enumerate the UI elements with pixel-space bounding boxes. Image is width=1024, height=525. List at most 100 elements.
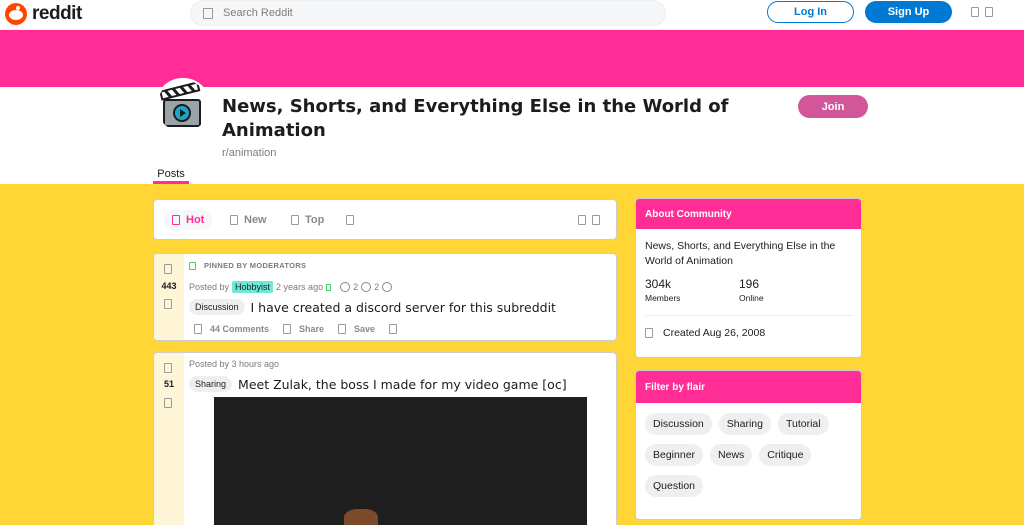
- flair-chip-discussion[interactable]: Discussion: [645, 413, 712, 435]
- header-icons: [971, 7, 993, 17]
- award-icon: [382, 282, 393, 292]
- join-button[interactable]: Join: [798, 95, 868, 118]
- reddit-logo[interactable]: reddit: [5, 3, 82, 25]
- post-meta: Posted by Hobbyist 2 years ago 2 2: [189, 281, 393, 293]
- more-options-button[interactable]: [389, 324, 398, 334]
- post-time: 2 years ago: [276, 282, 324, 292]
- flair-chip-sharing[interactable]: Sharing: [718, 413, 771, 435]
- sort-bar: Hot New Top: [153, 199, 617, 240]
- post-actions: 44 Comments Share Save: [194, 324, 398, 334]
- sort-new-button[interactable]: New: [230, 210, 267, 230]
- post-title-row[interactable]: Sharing Meet Zulak, the boss I made for …: [189, 376, 567, 392]
- posted-by-label: Posted by 3 hours ago: [189, 359, 280, 369]
- vote-column: 443: [154, 254, 184, 340]
- author-flair[interactable]: Hobbyist: [232, 281, 274, 293]
- award-icon: [361, 282, 372, 292]
- post-title[interactable]: I have created a discord server for this…: [251, 300, 556, 315]
- downvote-icon[interactable]: [164, 299, 172, 309]
- chevron-down-icon[interactable]: [592, 215, 600, 225]
- video-character: [344, 509, 378, 525]
- vote-score: 51: [163, 379, 174, 389]
- divider: [645, 315, 853, 316]
- tab-posts[interactable]: Posts: [153, 168, 189, 184]
- members-label: Members: [645, 293, 681, 303]
- upvote-icon[interactable]: [164, 363, 172, 373]
- mod-shield-icon: [326, 283, 332, 291]
- pinned-text: PINNED BY MODERATORS: [204, 261, 307, 270]
- filter-by-flair-card: Filter by flair Discussion Sharing Tutor…: [635, 370, 862, 520]
- more-options-button[interactable]: [346, 210, 354, 230]
- save-button[interactable]: Save: [338, 324, 375, 334]
- post-title-row[interactable]: Discussion I have created a discord serv…: [189, 299, 556, 315]
- pin-icon: [189, 261, 196, 270]
- subreddit-banner: [0, 30, 1024, 87]
- hot-icon: [172, 215, 180, 225]
- subreddit-avatar: [155, 78, 211, 134]
- flair-chip-beginner[interactable]: Beginner: [645, 444, 704, 466]
- flair-chip-question[interactable]: Question: [645, 475, 704, 497]
- save-label: Save: [354, 324, 376, 334]
- about-community-card: About Community News, Shorts, and Everyt…: [635, 198, 862, 358]
- downvote-icon[interactable]: [164, 398, 172, 408]
- share-label: Share: [299, 324, 325, 334]
- sort-hot-label: Hot: [186, 214, 205, 226]
- sort-hot-button[interactable]: Hot: [164, 210, 213, 230]
- post-flair[interactable]: Sharing: [189, 376, 233, 392]
- clapperboard-icon: [157, 80, 209, 132]
- post-flair[interactable]: Discussion: [189, 299, 245, 315]
- reddit-alien-icon: [5, 3, 27, 25]
- award-count: 2: [353, 282, 359, 292]
- created-label: Created Aug 26, 2008: [663, 327, 766, 339]
- post-title[interactable]: Meet Zulak, the boss I made for my video…: [238, 377, 567, 392]
- sort-top-label: Top: [305, 214, 325, 226]
- members-count: 304k: [645, 277, 672, 291]
- flair-chip-critique[interactable]: Critique: [759, 444, 812, 466]
- upvote-icon[interactable]: [164, 264, 172, 274]
- card-view-icon[interactable]: [578, 215, 586, 225]
- comments-button[interactable]: 44 Comments: [194, 324, 269, 334]
- view-toggle[interactable]: [578, 210, 600, 230]
- filter-by-flair-heading: Filter by flair: [636, 371, 861, 403]
- about-community-heading: About Community: [636, 199, 861, 229]
- sort-top-button[interactable]: Top: [291, 210, 324, 230]
- comment-icon: [194, 324, 202, 334]
- flair-chip-news[interactable]: News: [710, 444, 753, 466]
- flair-list: Discussion Sharing Tutorial Beginner New…: [645, 413, 855, 497]
- user-menu-icon[interactable]: [971, 7, 979, 17]
- subreddit-name: r/animation: [222, 147, 277, 159]
- more-icon: [346, 215, 354, 225]
- post-meta: Posted by 3 hours ago: [189, 359, 279, 369]
- community-description: News, Shorts, and Everything Else in the…: [645, 240, 836, 267]
- more-icon: [389, 324, 398, 334]
- post-card[interactable]: 51 Posted by 3 hours ago Sharing Meet Zu…: [153, 352, 617, 525]
- top-navbar: reddit Log In Sign Up: [0, 0, 1024, 30]
- search-icon: [203, 7, 213, 19]
- subreddit-title: News, Shorts, and Everything Else in the…: [222, 96, 729, 141]
- chevron-down-icon[interactable]: [985, 7, 993, 17]
- search-bar[interactable]: [190, 0, 666, 26]
- award-icon: [340, 282, 351, 292]
- flair-chip-tutorial[interactable]: Tutorial: [777, 413, 829, 435]
- created-date: Created Aug 26, 2008: [645, 327, 765, 339]
- comments-label: 44 Comments: [210, 324, 270, 334]
- search-input[interactable]: [223, 7, 623, 19]
- vote-column: 51: [154, 353, 184, 525]
- signup-button[interactable]: Sign Up: [865, 1, 952, 23]
- post-card[interactable]: 443 PINNED BY MODERATORS Posted by Hobby…: [153, 253, 617, 341]
- award-count: 2: [374, 282, 380, 292]
- online-count: 196: [739, 277, 760, 291]
- sort-new-label: New: [244, 214, 267, 226]
- save-icon: [338, 324, 347, 334]
- login-button[interactable]: Log In: [767, 1, 854, 23]
- pinned-label: PINNED BY MODERATORS: [189, 261, 306, 270]
- top-icon: [291, 215, 299, 225]
- cake-icon: [645, 328, 653, 338]
- posted-by-label: Posted by: [189, 282, 230, 292]
- logo-text: reddit: [32, 3, 82, 24]
- online-label: Online: [739, 293, 764, 303]
- share-icon: [283, 324, 292, 334]
- new-icon: [230, 215, 238, 225]
- vote-score: 443: [161, 281, 177, 291]
- share-button[interactable]: Share: [283, 324, 324, 334]
- post-video[interactable]: [214, 397, 587, 525]
